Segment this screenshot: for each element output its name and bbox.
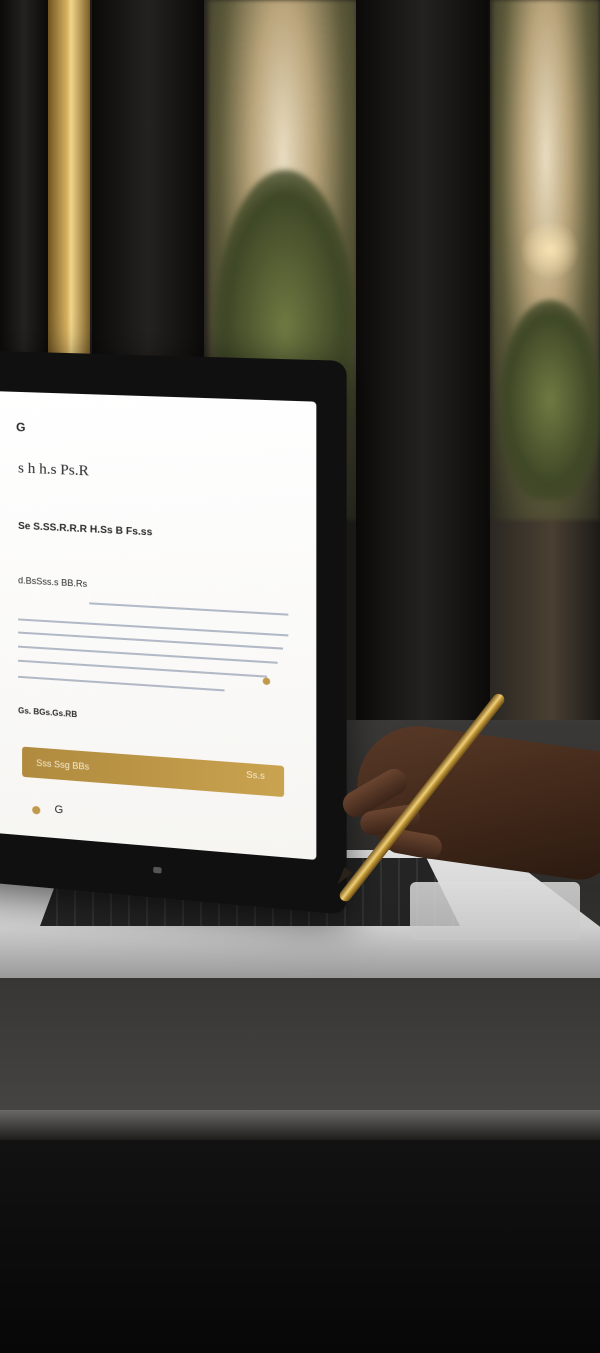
button-label: Sss Ssg BBs [36, 757, 90, 772]
section-label: d.BsSss.s BB.Rs [18, 575, 88, 590]
desk-edge [0, 1110, 600, 1140]
text-line [18, 659, 267, 678]
gold-pillar [48, 0, 90, 360]
laptop-lid: G s h h.s Ps.R Se S.SS.R.R.R H.Ss B Fs.s… [0, 350, 347, 915]
primary-gold-button[interactable]: Sss Ssg BBs Ss.s [22, 746, 285, 798]
laptop-trackpad [410, 882, 580, 940]
text-line [89, 602, 289, 616]
palm-plant-right [500, 300, 600, 500]
text-line [18, 675, 225, 692]
text-line [18, 645, 278, 664]
laptop-logo [153, 866, 162, 874]
button-right-text: Ss.s [246, 769, 265, 782]
field-label: Gs. BGs.Gs.RB [18, 706, 78, 720]
page-subheading: Se S.SS.R.R.R H.Ss B Fs.ss [18, 520, 153, 539]
desk-front [0, 1140, 600, 1353]
dark-pillar-center [356, 0, 490, 760]
laptop-screen: G s h h.s Ps.R Se S.SS.R.R.R H.Ss B Fs.s… [0, 390, 317, 860]
gold-dot-icon [32, 805, 41, 815]
text-line [18, 631, 284, 650]
bokeh-light [520, 220, 580, 280]
page-heading: s h h.s Ps.R [18, 460, 89, 480]
g-icon: G [54, 803, 64, 817]
gold-dot-icon [262, 677, 271, 686]
photo-scene: G s h h.s Ps.R Se S.SS.R.R.R H.Ss B Fs.s… [0, 0, 600, 1353]
corner-mark: G [16, 420, 26, 435]
